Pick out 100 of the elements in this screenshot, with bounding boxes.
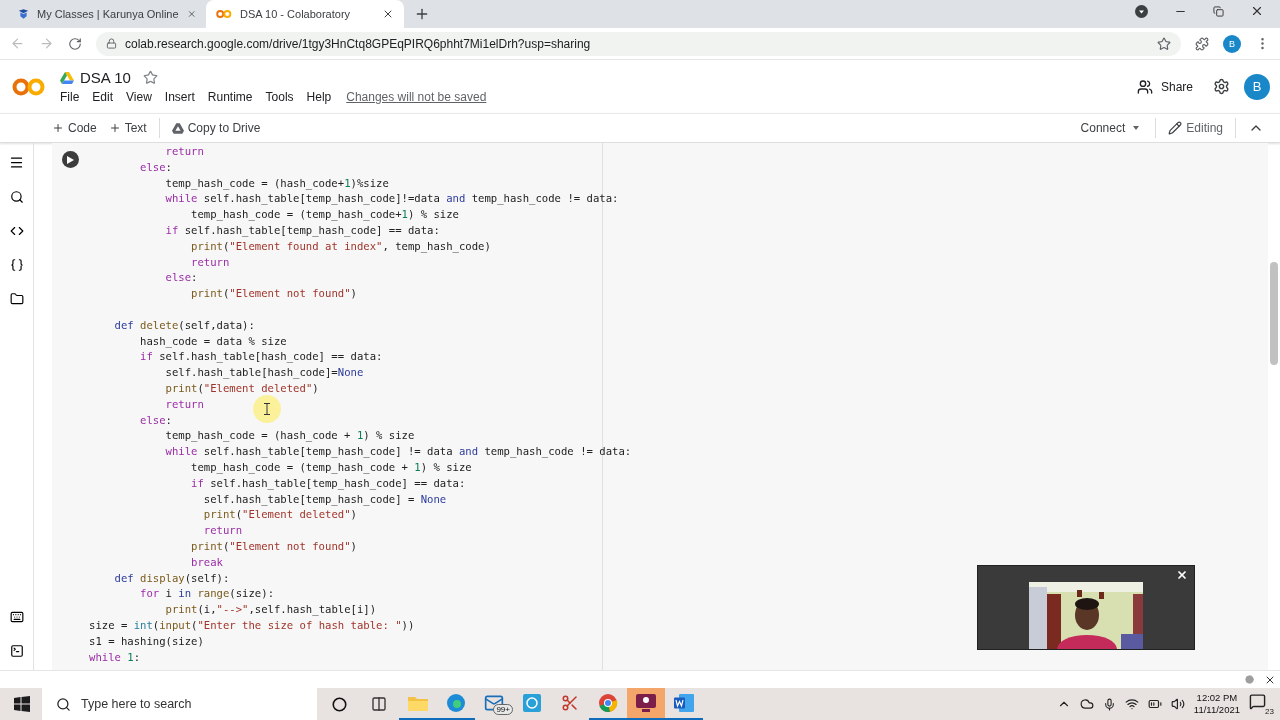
copy-to-drive-button[interactable]: Copy to Drive xyxy=(165,121,267,135)
code-line: print("Element deleted") xyxy=(164,380,319,396)
drive-icon xyxy=(60,71,74,84)
code-line: print("Element deleted") xyxy=(202,507,357,523)
browser-tab[interactable]: DSA 10 - Colaboratory xyxy=(206,0,404,28)
settings-icon[interactable] xyxy=(1213,78,1230,95)
restore-icon[interactable] xyxy=(1213,5,1224,17)
lock-icon xyxy=(106,38,117,49)
run-button[interactable] xyxy=(62,151,79,168)
app-icon[interactable] xyxy=(523,694,541,712)
close-icon[interactable] xyxy=(382,8,394,20)
menu-item[interactable]: Edit xyxy=(92,90,114,104)
menu-item[interactable]: Tools xyxy=(265,90,294,104)
code-line: break xyxy=(190,554,223,570)
drive-icon xyxy=(171,122,184,134)
notification-count: 23 xyxy=(1265,706,1274,716)
taskbar-search-field[interactable]: Type here to search xyxy=(42,688,317,720)
code-line: else: xyxy=(139,159,172,175)
code-line: else: xyxy=(164,270,198,286)
browser-tab[interactable]: My Classes | Karunya Online xyxy=(8,0,206,28)
code-line: while self.hash_table[temp_hash_code] != data and temp_hash_code != data: xyxy=(164,444,632,460)
account-avatar[interactable]: B xyxy=(1244,73,1270,100)
connect-button[interactable]: Connect xyxy=(1074,121,1150,135)
code-line: print(i,"-->",self.hash_table[i]) xyxy=(164,602,377,618)
plus-icon xyxy=(52,122,64,134)
text-cursor-icon xyxy=(264,403,270,415)
meeting-icon[interactable] xyxy=(636,694,656,712)
notification-button[interactable]: 23 xyxy=(1249,692,1274,716)
code-line: s1 = hashing(size) xyxy=(89,633,204,649)
plus-icon xyxy=(108,122,121,134)
status-dot-icon xyxy=(1245,675,1254,684)
add-text-button[interactable]: Text xyxy=(102,121,153,135)
code-line: temp_hash_code = (temp_hash_code + 1) % size xyxy=(190,459,472,476)
close-icon[interactable] xyxy=(1250,4,1264,18)
wifi-icon[interactable] xyxy=(1124,697,1139,711)
keyboard-icon[interactable] xyxy=(9,610,24,624)
folder-icon[interactable] xyxy=(9,292,24,306)
add-code-button[interactable]: Code xyxy=(46,121,103,135)
search-icon xyxy=(56,696,71,712)
clock[interactable]: 12:02 PM 11/11/2021 xyxy=(1193,692,1240,716)
close-icon[interactable] xyxy=(1176,569,1188,581)
variables-icon[interactable] xyxy=(9,258,24,272)
reload-icon[interactable] xyxy=(68,36,82,51)
notebook-title[interactable]: DSA 10 xyxy=(80,69,131,86)
code-line: size = int(input("Enter the size of hash table: ")) xyxy=(89,617,415,633)
code-line: while 1: xyxy=(89,649,141,665)
profile-avatar[interactable]: B xyxy=(1223,34,1241,53)
menu-item[interactable]: Insert xyxy=(164,90,195,104)
star-icon[interactable] xyxy=(142,70,158,85)
code-icon[interactable] xyxy=(9,224,24,238)
code-line: print("Element not found") xyxy=(190,286,357,302)
task-view-icon[interactable] xyxy=(371,696,387,712)
taskbar-app[interactable]: 99+ xyxy=(475,688,513,720)
code-line: print("Element not found") xyxy=(190,538,357,554)
colab-icon xyxy=(216,9,232,19)
terminal-icon[interactable] xyxy=(9,644,24,658)
scissors-icon[interactable] xyxy=(561,694,579,712)
code-line: while self.hash_table[temp_hash_code]!=data and temp_hash_code != data: xyxy=(164,191,619,207)
toc-icon[interactable] xyxy=(9,155,24,170)
extensions-icon[interactable] xyxy=(1195,36,1209,51)
code-line: for i in range(size): xyxy=(139,586,274,602)
volume-icon[interactable] xyxy=(1170,697,1185,711)
document-icon[interactable] xyxy=(674,694,694,712)
share-button[interactable]: Share xyxy=(1130,77,1199,96)
battery-icon[interactable] xyxy=(1147,697,1162,711)
unsaved-notice-link[interactable]: Changes will not be saved xyxy=(346,90,487,104)
code-line: return xyxy=(202,523,243,539)
cortana-icon[interactable] xyxy=(331,696,347,712)
bookmark-icon[interactable] xyxy=(1157,36,1171,51)
tab-search-icon[interactable] xyxy=(1135,4,1148,18)
cloud-icon[interactable] xyxy=(1079,697,1094,711)
menu-item[interactable]: Runtime xyxy=(207,90,253,104)
code-line: if self.hash_table[temp_hash_code] == data: xyxy=(164,223,440,239)
menu-item[interactable]: View xyxy=(126,90,152,104)
code-line: return xyxy=(164,396,204,412)
microphone-icon[interactable] xyxy=(1102,697,1116,711)
menu-item[interactable]: Help xyxy=(306,90,332,104)
address-field[interactable]: colab.research.google.com/drive/1tgy3HnCtq8GPEqPIRQ6phht7Mi1elDrh?usp=sharing xyxy=(96,31,1181,56)
chrome-icon[interactable] xyxy=(598,693,618,713)
play-icon xyxy=(67,155,74,164)
start-icon[interactable] xyxy=(14,696,30,712)
browser-icon[interactable] xyxy=(446,693,466,713)
search-icon[interactable] xyxy=(9,190,24,204)
unread-count: 99+ xyxy=(493,704,513,715)
code-line: temp_hash_code = (temp_hash_code+1) % size xyxy=(190,207,459,223)
taskbar-app[interactable] xyxy=(627,688,665,720)
scrollbar-thumb[interactable] xyxy=(1270,262,1278,365)
code-line: temp_hash_code = (hash_code + 1) % size xyxy=(164,428,415,444)
people-icon xyxy=(1136,78,1153,95)
message-icon xyxy=(1249,692,1266,710)
code-line: hash_code = data % size xyxy=(139,333,287,350)
editing-button[interactable]: Editing xyxy=(1162,121,1229,135)
code-line: self.hash_table[hash_code]=None xyxy=(164,365,364,381)
code-line: self.hash_table[temp_hash_code] = None xyxy=(202,491,447,508)
code-line: return xyxy=(190,254,230,270)
code-line: def delete(self,data): xyxy=(113,317,255,333)
code-line: def display(self): xyxy=(113,570,230,586)
menu-item[interactable]: File xyxy=(60,90,80,104)
new-tab-icon[interactable] xyxy=(414,6,430,22)
code-line: print("Element found at index", temp_hash_code) xyxy=(190,238,491,255)
